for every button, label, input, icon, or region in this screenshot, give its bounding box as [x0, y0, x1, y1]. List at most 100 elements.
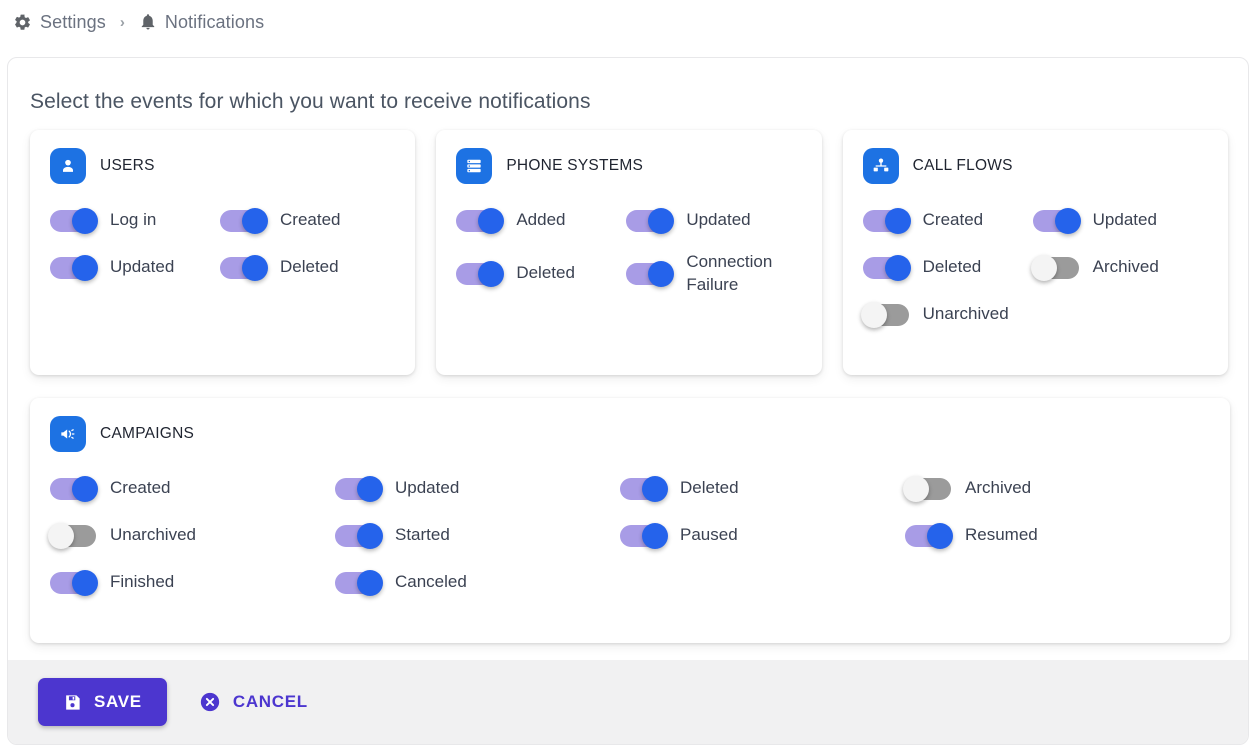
toggle-campaigns-created[interactable]: [50, 475, 98, 502]
toggle-label-campaigns-unarchived: Unarchived: [110, 525, 196, 545]
toggle-campaigns-paused[interactable]: [620, 522, 668, 549]
toggle-row-users-updated[interactable]: Updated: [50, 251, 220, 284]
breadcrumb-item-settings[interactable]: Settings: [13, 12, 106, 33]
floppy-disk-icon: [63, 693, 82, 712]
toggle-users-deleted[interactable]: [220, 254, 268, 281]
toggle-flows-deleted[interactable]: [862, 254, 911, 281]
megaphone-icon: [50, 416, 86, 452]
toggle-row-phone-added[interactable]: Added: [456, 204, 626, 237]
toggle-campaigns-deleted[interactable]: [620, 475, 668, 502]
toggle-row-users-created[interactable]: Created: [220, 204, 390, 237]
toggle-label-campaigns-created: Created: [110, 478, 171, 498]
toggle-label-users-updated: Updated: [110, 257, 175, 277]
circle-x-icon: [199, 691, 221, 713]
toggle-label-campaigns-updated: Updated: [395, 478, 460, 498]
toggle-row-campaigns-unarchived[interactable]: Unarchived: [48, 519, 335, 552]
toggle-label-users-deleted: Deleted: [280, 257, 339, 277]
toggle-flows-archived[interactable]: [1030, 254, 1079, 281]
toggle-users-updated[interactable]: [50, 254, 98, 281]
toggle-label-flows-deleted: Deleted: [922, 257, 982, 277]
toggle-row-campaigns-created[interactable]: Created: [50, 472, 335, 505]
toggle-row-flows-created[interactable]: Created: [862, 204, 1033, 237]
toggle-label-campaigns-paused: Paused: [680, 525, 738, 545]
card-header-call-flows: CALL FLOWS: [862, 148, 1208, 184]
save-button[interactable]: SAVE: [38, 678, 167, 726]
cancel-button[interactable]: CANCEL: [199, 691, 308, 713]
gear-icon: [13, 13, 32, 32]
toggle-label-campaigns-canceled: Canceled: [395, 572, 467, 592]
toggle-users-login[interactable]: [50, 207, 98, 234]
breadcrumb-label-notifications: Notifications: [164, 11, 265, 32]
toggle-row-campaigns-resumed[interactable]: Resumed: [905, 519, 1190, 552]
breadcrumb-item-notifications[interactable]: Notifications: [139, 12, 264, 33]
card-header-campaigns: CAMPAIGNS: [50, 416, 1210, 452]
card-campaigns: CAMPAIGNS Created Updated Deleted Archiv…: [30, 398, 1230, 643]
toggle-row-phone-connection-failure[interactable]: Connection Failure: [626, 251, 796, 297]
toggle-row-campaigns-deleted[interactable]: Deleted: [620, 472, 905, 505]
toggle-campaigns-finished[interactable]: [50, 569, 98, 596]
toggle-label-users-created: Created: [280, 210, 341, 230]
toggle-phone-deleted[interactable]: [456, 260, 505, 287]
toggle-label-flows-archived: Archived: [1092, 257, 1159, 277]
breadcrumb-separator: ›: [119, 13, 125, 31]
toggle-grid-users: Log in Created Updated Deleted: [50, 204, 395, 284]
flow-node-icon: [862, 148, 899, 184]
toggle-row-flows-deleted[interactable]: Deleted: [862, 251, 1033, 284]
toggle-row-users-login[interactable]: Log in: [50, 204, 220, 237]
toggle-row-campaigns-archived[interactable]: Archived: [903, 472, 1190, 505]
toggle-label-campaigns-finished: Finished: [110, 572, 175, 592]
toggle-label-users-login: Log in: [110, 210, 157, 230]
toggle-phone-updated[interactable]: [626, 207, 675, 234]
toggle-campaigns-unarchived[interactable]: [48, 522, 96, 549]
toggle-label-flows-unarchived: Unarchived: [922, 304, 1009, 324]
toggle-campaigns-canceled[interactable]: [335, 569, 383, 596]
card-users: USERS Log in Created Updated Deleted: [30, 130, 416, 375]
toggle-campaigns-started[interactable]: [335, 522, 383, 549]
action-bar: SAVE CANCEL: [8, 660, 1248, 744]
card-title-users: USERS: [100, 157, 155, 174]
toggle-label-flows-created: Created: [922, 210, 984, 230]
card-title-campaigns: CAMPAIGNS: [100, 425, 195, 442]
toggle-row-campaigns-finished[interactable]: Finished: [50, 566, 335, 599]
bell-icon: [139, 13, 157, 31]
toggle-label-campaigns-deleted: Deleted: [680, 478, 739, 498]
toggle-row-phone-deleted[interactable]: Deleted: [456, 251, 626, 297]
toggle-row-campaigns-paused[interactable]: Paused: [620, 519, 905, 552]
cancel-button-label: CANCEL: [232, 692, 308, 711]
toggle-flows-updated[interactable]: [1032, 207, 1081, 234]
cards-area: USERS Log in Created Updated Deleted PHO…: [8, 130, 1248, 643]
toggle-grid-call-flows: Created Updated Deleted Archived Unarchi…: [860, 204, 1208, 331]
toggle-row-flows-updated[interactable]: Updated: [1032, 204, 1203, 237]
toggle-row-campaigns-canceled[interactable]: Canceled: [335, 566, 620, 599]
toggle-campaigns-updated[interactable]: [335, 475, 383, 502]
toggle-grid-campaigns: Created Updated Deleted Archived Unarchi…: [48, 472, 1210, 599]
toggle-label-campaigns-started: Started: [395, 525, 450, 545]
notifications-panel: Select the events for which you want to …: [7, 57, 1249, 745]
toggle-row-campaigns-started[interactable]: Started: [335, 519, 620, 552]
toggle-label-flows-updated: Updated: [1092, 210, 1157, 230]
toggle-phone-connection-failure[interactable]: [626, 260, 675, 287]
toggle-row-flows-archived[interactable]: Archived: [1030, 251, 1203, 284]
toggle-campaigns-resumed[interactable]: [905, 522, 953, 549]
toggle-row-users-deleted[interactable]: Deleted: [220, 251, 390, 284]
toggle-label-phone-updated: Updated: [686, 210, 751, 230]
toggle-flows-unarchived[interactable]: [860, 301, 909, 328]
toggle-campaigns-archived[interactable]: [903, 475, 951, 502]
toggle-row-phone-updated[interactable]: Updated: [626, 204, 796, 237]
toggle-phone-added[interactable]: [456, 207, 505, 234]
toggle-row-campaigns-updated[interactable]: Updated: [335, 472, 620, 505]
card-header-phone-systems: PHONE SYSTEMS: [456, 148, 801, 184]
server-icon: [456, 148, 493, 184]
cards-row-top: USERS Log in Created Updated Deleted PHO…: [8, 130, 1248, 375]
toggle-flows-created[interactable]: [862, 207, 911, 234]
toggle-label-campaigns-archived: Archived: [965, 478, 1032, 498]
toggle-users-created[interactable]: [220, 207, 268, 234]
toggle-label-phone-deleted: Deleted: [516, 263, 575, 283]
page-title: Select the events for which you want to …: [30, 90, 591, 113]
breadcrumb-label-settings: Settings: [40, 11, 106, 32]
toggle-label-phone-connection-failure: Connection Failure: [686, 252, 773, 294]
toggle-row-flows-unarchived[interactable]: Unarchived: [860, 298, 1033, 331]
breadcrumb: Settings › Notifications: [0, 0, 1256, 44]
toggle-label-campaigns-resumed: Resumed: [965, 525, 1038, 545]
toggle-label-phone-added: Added: [516, 210, 566, 230]
